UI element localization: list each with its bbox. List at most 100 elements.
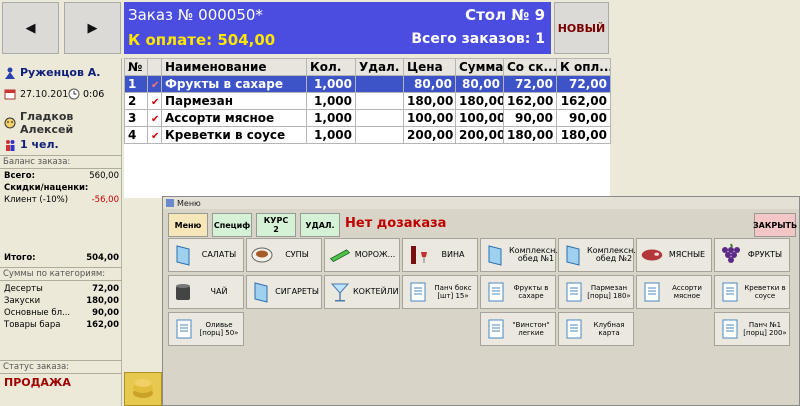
- folder-icon: [563, 244, 585, 266]
- category-sum-row: Основные бл... 90,00: [4, 308, 119, 318]
- row-to-pay: 180,00: [556, 126, 611, 144]
- row-qty: 1,000: [306, 109, 356, 127]
- row-qty: 1,000: [306, 75, 356, 93]
- row-qty: 1,000: [306, 92, 356, 110]
- waiter-row: Руженцов А.: [4, 66, 100, 79]
- row-deleted: [355, 75, 404, 93]
- people-icon: [6, 139, 15, 151]
- folder-icon: [173, 244, 195, 266]
- col-header-price[interactable]: Цена: [403, 58, 456, 76]
- menu-tile-punch1[interactable]: Панч №1 [порц] 200»: [714, 312, 790, 346]
- row-name: Пармезан: [161, 92, 307, 110]
- col-header-deleted[interactable]: Удал.: [355, 58, 404, 76]
- row-num: 3: [124, 109, 148, 127]
- row-deleted: [355, 109, 404, 127]
- menu-tile-icecream[interactable]: МОРОЖ...: [324, 238, 400, 272]
- col-header-num[interactable]: №: [124, 58, 148, 76]
- menu-tile-combo1[interactable]: Комплексн... обед №1: [480, 238, 563, 272]
- tile-label: СИГАРЕТЫ: [275, 287, 319, 296]
- meat-icon: [641, 244, 663, 266]
- menu-tile-soups[interactable]: СУПЫ: [246, 238, 322, 272]
- table-row[interactable]: 2 ✔ Пармезан 1,000 180,00 180,00 162,00 …: [124, 92, 611, 110]
- menu-tile-club-card[interactable]: Клубная карта: [558, 312, 634, 346]
- balance-result: Итого: 504,00: [4, 253, 119, 263]
- menu-tile-assorti[interactable]: Ассорти мясное: [636, 275, 712, 309]
- no-extra-order-label: Нет дозаказа: [345, 216, 447, 231]
- table-label: Стол № 9: [465, 6, 545, 24]
- waiter-name: Руженцов А.: [20, 66, 101, 79]
- table-header-row: № Наименование Кол. Удал. Цена Сумма Со …: [124, 58, 611, 76]
- tile-label: СУПЫ: [285, 250, 309, 259]
- to-pay-amount: К оплате: 504,00: [128, 31, 276, 49]
- calendar-icon: [4, 89, 16, 100]
- close-button[interactable]: ЗАКРЫТЬ: [753, 213, 797, 237]
- row-mark: ✔: [147, 109, 162, 127]
- table-row[interactable]: 4 ✔ Креветки в соусе 1,000 200,00 200,00…: [124, 126, 611, 144]
- menu-tile-meat[interactable]: МЯСНЫЕ: [636, 238, 712, 272]
- guest-row: Гладков Алексей: [4, 110, 121, 136]
- table-row[interactable]: 1 ✔ Фрукты в сахаре 1,000 80,00 80,00 72…: [124, 75, 611, 93]
- divider: [0, 168, 122, 169]
- tile-label: Панч №1 [порц] 200»: [743, 321, 787, 337]
- tab-delete[interactable]: УДАЛ.: [300, 213, 340, 237]
- payment-button[interactable]: [124, 372, 162, 406]
- tab-spec[interactable]: Специф: [212, 213, 252, 237]
- people-count: 1 чел.: [20, 138, 59, 151]
- order-table: № Наименование Кол. Удал. Цена Сумма Со …: [124, 58, 611, 144]
- row-discounted: 162,00: [503, 92, 557, 110]
- tile-label: МОРОЖ...: [354, 250, 396, 259]
- col-header-qty[interactable]: Кол.: [306, 58, 356, 76]
- tile-label: САЛАТЫ: [201, 250, 237, 259]
- menu-tile-punch-box[interactable]: Панч бокс [шт] 15»: [402, 275, 478, 309]
- col-header-discounted[interactable]: Со ск...: [503, 58, 557, 76]
- table-row[interactable]: 3 ✔ Ассорти мясное 1,000 100,00 100,00 9…: [124, 109, 611, 127]
- menu-tile-fruits[interactable]: ФРУКТЫ: [714, 238, 790, 272]
- soup-icon: [251, 244, 273, 266]
- balance-total-label: Всего:: [4, 171, 35, 181]
- col-header-to-pay[interactable]: К опл...: [556, 58, 611, 76]
- row-to-pay: 162,00: [556, 92, 611, 110]
- menu-tile-cocktails[interactable]: КОКТЕЙЛИ: [324, 275, 400, 309]
- client-discount-label: Клиент (-10%): [4, 195, 69, 205]
- clock-icon: [68, 88, 80, 100]
- order-title: Заказ № 000050*: [128, 6, 263, 24]
- col-header-mark[interactable]: [147, 58, 162, 76]
- row-name: Фрукты в сахаре: [161, 75, 307, 93]
- menu-tile-cigarettes[interactable]: СИГАРЕТЫ: [246, 275, 322, 309]
- tab-menu[interactable]: Меню: [168, 213, 208, 237]
- icecream-icon: [329, 244, 351, 266]
- category-name: Десерты: [4, 284, 43, 294]
- document-icon: [485, 281, 507, 303]
- arrow-left-icon: ◀: [25, 20, 36, 36]
- menu-tile-olivier[interactable]: Оливье [порц] 50»: [168, 312, 244, 346]
- client-discount-value: -56,00: [91, 195, 119, 205]
- row-deleted: [355, 126, 404, 144]
- category-sum-row: Закуски 180,00: [4, 296, 119, 306]
- divider: [0, 155, 122, 156]
- menu-tile-winston[interactable]: "Винстон" легкие: [480, 312, 556, 346]
- menu-tile-wines[interactable]: ВИНА: [402, 238, 478, 272]
- document-icon: [719, 281, 741, 303]
- order-time: 0:06: [83, 88, 105, 100]
- col-header-name[interactable]: Наименование: [161, 58, 307, 76]
- row-sum: 100,00: [455, 109, 504, 127]
- balance-total-value: 560,00: [89, 171, 119, 181]
- previous-order-button[interactable]: ◀: [2, 2, 59, 54]
- new-order-button[interactable]: НОВЫЙ: [554, 2, 609, 54]
- menu-tile-salads[interactable]: САЛАТЫ: [168, 238, 244, 272]
- document-icon: [641, 281, 663, 303]
- document-icon: [485, 318, 507, 340]
- tile-label: Пармезан [порц] 180»: [587, 284, 631, 300]
- row-name: Ассорти мясное: [161, 109, 307, 127]
- menu-tile-shrimp[interactable]: Креветки в соусе: [714, 275, 790, 309]
- menu-tile-combo2[interactable]: Комплексн... обед №2: [558, 238, 641, 272]
- discounts-label: Скидки/наценки:: [4, 183, 89, 193]
- menu-tile-parmesan[interactable]: Пармезан [порц] 180»: [558, 275, 634, 309]
- row-sum: 200,00: [455, 126, 504, 144]
- next-order-button[interactable]: ▶: [64, 2, 121, 54]
- menu-tile-fruit-sugar[interactable]: Фрукты в сахаре: [480, 275, 556, 309]
- col-header-sum[interactable]: Сумма: [455, 58, 504, 76]
- menu-tile-tea[interactable]: ЧАЙ: [168, 275, 244, 309]
- discounts-header: Скидки/наценки:: [4, 183, 119, 193]
- tab-course[interactable]: КУРС 2: [256, 213, 296, 237]
